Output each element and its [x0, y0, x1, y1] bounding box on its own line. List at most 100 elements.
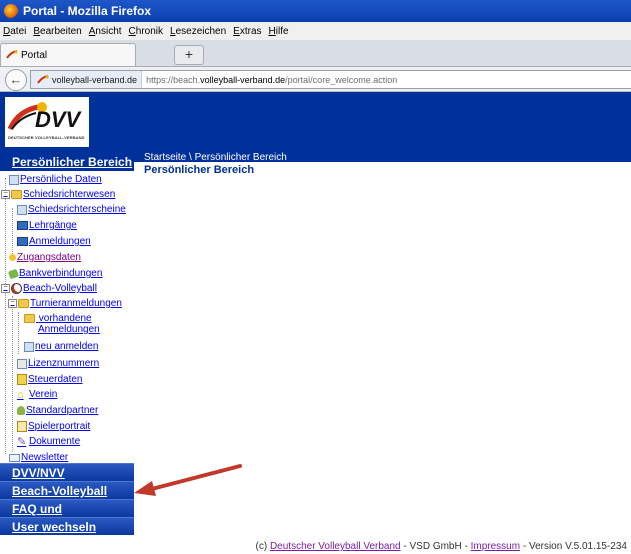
- window-title: Portal - Mozilla Firefox: [23, 4, 152, 18]
- sidebar-item-vorhandene-anmeldungen[interactable]: vorhandene Anmeldungen: [24, 313, 100, 335]
- book-icon: [17, 237, 28, 246]
- menu-lesezeichen[interactable]: Lesezeichen: [170, 26, 226, 37]
- id-card-icon: [9, 174, 19, 185]
- breadcrumb-text[interactable]: Startseite \ Persönlicher Bereich: [144, 152, 287, 163]
- breadcrumb: Startseite \ Persönlicher Bereich: [134, 152, 631, 163]
- sidebar-item-verein[interactable]: ⌂ Verein: [17, 389, 57, 400]
- sidebar-item-lehrgaenge[interactable]: Lehrgänge: [17, 220, 77, 231]
- url-prefix: https://beach.: [146, 74, 201, 85]
- collapse-icon[interactable]: −: [1, 190, 10, 199]
- menu-bar: Datei Bearbeiten Ansicht Chronik Lesezei…: [0, 22, 631, 40]
- folder-icon: [18, 299, 29, 308]
- sidebar-item-label: Turnieranmeldungen: [30, 298, 122, 309]
- tab-bar: Portal +: [0, 40, 631, 67]
- sidebar-item-persoenliche-daten[interactable]: Persönliche Daten: [9, 174, 102, 185]
- footer-version: - Version V.5.01.15-234: [520, 541, 627, 552]
- sidebar-item-zugangsdaten[interactable]: Zugangsdaten: [9, 252, 81, 263]
- navigation-bar: ← volleyball-verband.de https://beach.vo…: [0, 67, 631, 92]
- sidebar-item-label: Lehrgänge: [29, 220, 77, 231]
- sidebar-section-dvv-nvv[interactable]: DVV/NVV: [0, 463, 134, 481]
- key-icon: [9, 254, 16, 261]
- site-identity-label: volleyball-verband.de: [52, 74, 138, 85]
- sidebar-item-label: Steuerdaten: [28, 374, 83, 385]
- menu-ansicht[interactable]: Ansicht: [89, 26, 122, 37]
- firefox-icon: [4, 4, 18, 18]
- sidebar-heading[interactable]: Persönlicher Bereich: [0, 152, 134, 171]
- site-identity[interactable]: volleyball-verband.de: [31, 71, 143, 88]
- menu-bearbeiten[interactable]: Bearbeiten: [33, 26, 81, 37]
- sidebar-item-turnieranmeldungen[interactable]: − Turnieranmeldungen: [8, 298, 122, 309]
- back-button[interactable]: ←: [5, 69, 27, 91]
- url-domain: volleyball-verband.de: [200, 74, 286, 85]
- sidebar-item-label: Verein: [29, 389, 58, 400]
- url-path: /portal/core_welcome.action: [285, 74, 398, 85]
- dvv-logo[interactable]: DVV DEUTSCHER VOLLEYBALL-VERBAND: [5, 97, 89, 147]
- id-card-icon: [17, 358, 27, 369]
- menu-extras[interactable]: Extras: [233, 26, 261, 37]
- section-label: User wechseln: [12, 520, 97, 534]
- sidebar-item-dokumente[interactable]: ✎ Dokumente: [17, 436, 80, 447]
- sidebar-item-anmeldungen[interactable]: Anmeldungen: [17, 236, 91, 247]
- sidebar-item-lizenznummern[interactable]: Lizenznummern: [17, 358, 99, 369]
- volleyball-favicon-icon: [37, 74, 49, 84]
- person-icon: [17, 406, 25, 415]
- document-icon: [17, 374, 27, 385]
- page-footer: (c) Deutscher Volleyball Verband - VSD G…: [0, 540, 631, 554]
- sidebar-section-faq[interactable]: FAQ und Anleitungen: [0, 499, 134, 530]
- sidebar-item-label: neu anmelden: [35, 341, 99, 352]
- sidebar-item-label-line2: Anmeldungen: [38, 324, 100, 335]
- collapse-icon[interactable]: −: [8, 299, 17, 308]
- footer-link-dvv[interactable]: Deutscher Volleyball Verband: [270, 541, 401, 552]
- annotation-arrow-icon: [134, 464, 242, 496]
- page-header: DVV DEUTSCHER VOLLEYBALL-VERBAND: [0, 92, 631, 152]
- sidebar-item-spielerportrait[interactable]: Spielerportrait: [17, 421, 90, 432]
- portrait-icon: [17, 421, 27, 432]
- sidebar-item-label: Newsletter: [21, 452, 69, 463]
- footer-copyright: (c): [255, 541, 270, 552]
- sidebar-item-label: Schiedsrichterscheine: [28, 204, 126, 215]
- sidebar-item-label: Spielerportrait: [28, 421, 91, 432]
- section-label: DVV/NVV: [12, 466, 65, 480]
- sidebar-item-label: Lizenznummern: [28, 358, 100, 369]
- sidebar-item-schiedsrichterwesen[interactable]: − Schiedsrichterwesen: [1, 189, 115, 200]
- collapse-icon[interactable]: −: [1, 284, 10, 293]
- menu-datei[interactable]: Datei: [3, 26, 26, 37]
- book-icon: [17, 221, 28, 230]
- sidebar-item-label: vorhandene: [38, 313, 92, 324]
- sidebar-item-neu-anmelden[interactable]: neu anmelden: [24, 341, 98, 352]
- folder-icon: [24, 313, 35, 323]
- menu-chronik[interactable]: Chronik: [129, 26, 163, 37]
- tab-label: Portal: [21, 49, 48, 61]
- menu-hilfe[interactable]: Hilfe: [269, 26, 289, 37]
- sidebar-item-steuerdaten[interactable]: Steuerdaten: [17, 374, 83, 385]
- sidebar-section-user-wechseln[interactable]: User wechseln: [0, 517, 134, 535]
- mail-icon: [9, 453, 20, 462]
- window-title-bar: Portal - Mozilla Firefox: [0, 0, 631, 22]
- sidebar-item-bankverbindungen[interactable]: Bankverbindungen: [7, 268, 102, 279]
- logo-text: DVV: [35, 107, 81, 132]
- url-text: https://beach.volleyball-verband.de/port…: [142, 75, 397, 85]
- folder-icon: [11, 190, 22, 199]
- sidebar-item-label: Persönliche Daten: [20, 174, 102, 185]
- new-tab-button[interactable]: +: [174, 45, 204, 65]
- money-icon: [7, 268, 20, 279]
- sidebar-item-beach-volleyball[interactable]: − Beach-Volleyball: [1, 283, 97, 294]
- tab-portal[interactable]: Portal: [0, 43, 136, 66]
- sidebar-item-schiedsrichterscheine[interactable]: Schiedsrichterscheine: [17, 204, 126, 215]
- document-icon: [17, 204, 27, 215]
- ball-icon: [11, 283, 22, 294]
- sidebar-item-label: Standardpartner: [26, 405, 99, 416]
- sidebar-item-label: Beach-Volleyball: [23, 283, 97, 294]
- sidebar-item-label: Anmeldungen: [29, 236, 91, 247]
- sidebar-item-label: Schiedsrichterwesen: [23, 189, 116, 200]
- sidebar-item-label: Zugangsdaten: [17, 252, 81, 263]
- sidebar-item-standardpartner[interactable]: Standardpartner: [17, 405, 98, 416]
- footer-link-impressum[interactable]: Impressum: [471, 541, 520, 552]
- logo-subtext: DEUTSCHER VOLLEYBALL-VERBAND: [8, 135, 85, 140]
- sidebar-section-beach-volleyball[interactable]: Beach-Volleyball: [0, 481, 134, 499]
- page-title: Persönlicher Bereich: [144, 164, 255, 176]
- url-bar[interactable]: volleyball-verband.de https://beach.voll…: [30, 70, 631, 89]
- sidebar-item-newsletter[interactable]: Newsletter: [9, 452, 68, 463]
- sidebar-item-label: Dokumente: [29, 436, 81, 447]
- document-icon: [24, 341, 34, 352]
